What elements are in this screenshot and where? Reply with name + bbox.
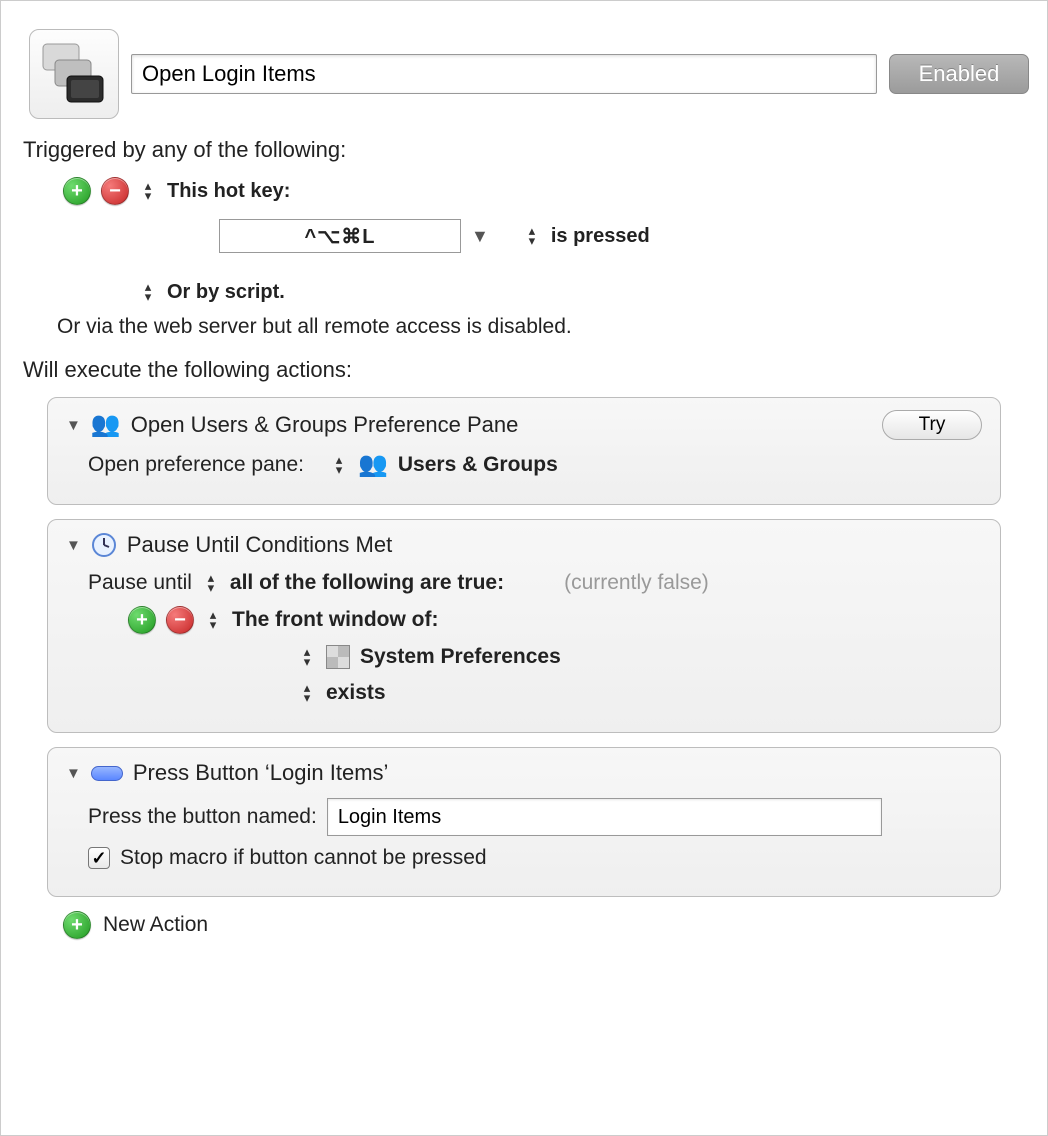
pane-name-value: Users & Groups <box>398 453 558 477</box>
press-button-named-label: Press the button named: <box>88 805 317 829</box>
hotkey-is-pressed-label: is pressed <box>551 225 650 248</box>
system-preferences-icon <box>326 645 350 669</box>
new-action-row[interactable]: + New Action <box>63 911 1029 939</box>
condition-front-window-label: The front window of: <box>232 608 438 632</box>
script-trigger-stepper[interactable] <box>139 279 157 305</box>
add-condition-button[interactable]: + <box>128 606 156 634</box>
hotkey-input[interactable]: ^⌥⌘L <box>219 219 461 253</box>
app-name-value: System Preferences <box>360 645 561 669</box>
button-icon <box>91 766 123 781</box>
add-action-button[interactable]: + <box>63 911 91 939</box>
hotkey-mode-stepper[interactable] <box>523 223 541 249</box>
disclosure-triangle[interactable]: ▼ <box>66 417 81 434</box>
pause-until-label: Pause until <box>88 571 192 595</box>
trigger-row-script: Or by script. <box>139 279 1029 305</box>
remove-trigger-button[interactable]: − <box>101 177 129 205</box>
header-row: Enabled <box>29 29 1029 119</box>
button-name-input[interactable] <box>327 798 882 836</box>
action-press-button[interactable]: ▼ Press Button ‘Login Items’ Press the b… <box>47 747 1001 897</box>
actions-heading: Will execute the following actions: <box>23 357 1025 383</box>
clock-icon <box>91 532 117 558</box>
action-title: Open Users & Groups Preference Pane <box>131 412 872 438</box>
action-title: Press Button ‘Login Items’ <box>133 760 982 786</box>
action-pause-until[interactable]: ▼ Pause Until Conditions Met Pause until… <box>47 519 1001 733</box>
trigger-hotkey-label: This hot key: <box>167 180 290 203</box>
remote-access-note: Or via the web server but all remote acc… <box>57 315 1029 339</box>
stop-macro-checkbox[interactable] <box>88 847 110 869</box>
macro-name-input[interactable] <box>131 54 877 94</box>
keyboard-stack-icon <box>38 38 110 110</box>
predicate-stepper[interactable] <box>298 680 316 706</box>
try-button[interactable]: Try <box>882 410 982 440</box>
action-open-pref-pane[interactable]: ▼ 👥 Open Users & Groups Preference Pane … <box>47 397 1001 505</box>
trigger-type-stepper[interactable] <box>139 178 157 204</box>
disclosure-triangle[interactable]: ▼ <box>66 537 81 554</box>
triggers-heading: Triggered by any of the following: <box>23 137 1025 163</box>
disclosure-triangle[interactable]: ▼ <box>66 765 81 782</box>
open-pane-label: Open preference pane: <box>88 453 304 477</box>
remove-condition-button[interactable]: − <box>166 606 194 634</box>
hotkey-config-row: ^⌥⌘L ▼ is pressed <box>219 219 1029 253</box>
users-groups-icon: 👥 <box>91 413 121 437</box>
users-groups-icon: 👥 <box>358 453 388 477</box>
action-title: Pause Until Conditions Met <box>127 532 982 558</box>
condition-mode-stepper[interactable] <box>202 570 220 596</box>
pane-select-stepper[interactable] <box>330 452 348 478</box>
trigger-or-script-label: Or by script. <box>167 281 285 304</box>
app-select-stepper[interactable] <box>298 644 316 670</box>
trigger-row-hotkey: + − This hot key: <box>63 177 1029 205</box>
stop-macro-label: Stop macro if button cannot be pressed <box>120 846 487 870</box>
condition-mode-label: all of the following are true: <box>230 571 504 595</box>
macro-icon <box>29 29 119 119</box>
add-trigger-button[interactable]: + <box>63 177 91 205</box>
condition-type-stepper[interactable] <box>204 607 222 633</box>
new-action-label: New Action <box>103 913 208 937</box>
hotkey-dropdown[interactable]: ▼ <box>471 226 489 247</box>
predicate-label: exists <box>326 681 386 705</box>
enabled-toggle-button[interactable]: Enabled <box>889 54 1029 94</box>
condition-status: (currently false) <box>564 571 709 595</box>
